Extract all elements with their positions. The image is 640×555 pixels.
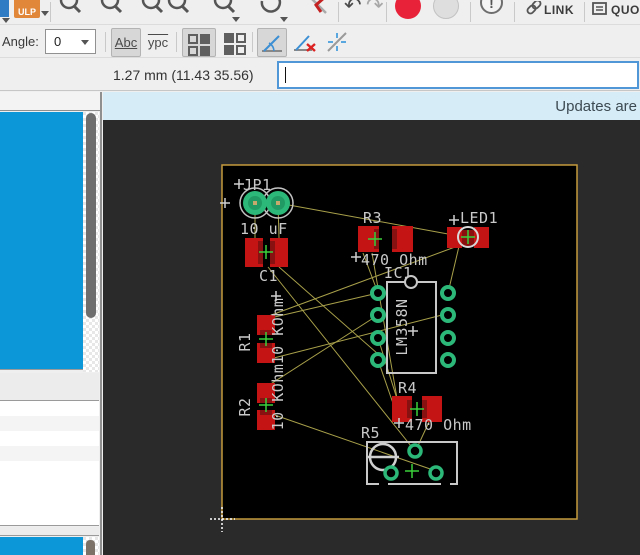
timer-icon <box>433 0 459 19</box>
angle-mode-icon <box>260 31 284 55</box>
list-item[interactable] <box>0 431 99 446</box>
zoom-select-icon[interactable] <box>166 0 190 25</box>
quote-icon <box>592 2 608 18</box>
ulp-button[interactable]: ULP <box>14 0 40 18</box>
ulp-dropdown-arrow-icon[interactable] <box>41 11 49 16</box>
text-caret <box>285 67 286 83</box>
redo-icon[interactable]: ↷ <box>366 0 384 17</box>
sidebar-panel-bottom[interactable] <box>0 537 83 555</box>
sidebar-divider-line <box>100 92 102 555</box>
angle-label: Angle: <box>2 34 39 49</box>
angle-dropdown-arrow-icon <box>81 40 89 45</box>
sidebar-header <box>0 92 101 111</box>
r2-label: R2 <box>236 397 254 416</box>
r3-label: R3 <box>363 209 382 227</box>
c1-label: C1 <box>259 267 278 285</box>
r4-label: R4 <box>398 379 417 397</box>
show-values-button[interactable]: ypc <box>144 28 172 57</box>
link-icon <box>526 1 542 19</box>
board-canvas[interactable]: JP1 10 uF C1 R3 470 Ohm <box>103 120 640 555</box>
zoom-out-icon[interactable] <box>99 0 123 25</box>
grid-squares-icon <box>188 34 210 56</box>
list-item[interactable] <box>0 416 99 431</box>
sidebar-list[interactable] <box>0 401 99 526</box>
r4-value: 470 Ohm <box>405 416 472 434</box>
grid-squares-alt-icon <box>224 33 246 55</box>
alert-icon[interactable]: ! <box>480 0 503 14</box>
record-icon[interactable] <box>395 0 421 19</box>
library-icon[interactable] <box>0 0 9 17</box>
undo-icon[interactable]: ↶ <box>344 0 362 17</box>
r1-label: R1 <box>236 332 254 351</box>
ic1-value: LM358N <box>393 298 411 355</box>
toolbar-top: ULP <box>0 0 640 25</box>
angle-select[interactable]: 0 <box>45 29 96 54</box>
ripup-icon[interactable] <box>306 0 332 25</box>
sidebar-scrollbar2-thumb[interactable] <box>86 540 95 555</box>
angle-off-icon <box>292 30 318 54</box>
list-item[interactable] <box>0 446 99 461</box>
toolbar-options: Angle: 0 Abc ypc <box>0 26 640 58</box>
quote-button[interactable]: QUOT <box>611 3 640 17</box>
angle-off-button[interactable] <box>290 28 320 57</box>
sidebar-scrollbar-thumb[interactable] <box>86 113 96 318</box>
command-bar: 1.27 mm (11.43 35.56) <box>0 59 640 91</box>
zoom-dropdown-arrow-icon[interactable] <box>232 17 240 22</box>
c1-value: 10 uF <box>240 220 288 238</box>
miter-button[interactable] <box>322 28 352 57</box>
update-notification-text: Updates are <box>555 98 637 115</box>
layer-display-button[interactable] <box>219 28 253 57</box>
r1-value: 10 KOhm <box>269 298 287 365</box>
sidebar-section-divider <box>0 373 99 401</box>
angle-value: 0 <box>54 34 61 49</box>
r2-value: 10 KOhm <box>269 364 287 431</box>
jp1-label: JP1 <box>243 176 272 194</box>
update-notification-bar[interactable]: Updates are <box>103 92 640 120</box>
pad-display-button[interactable] <box>182 28 216 57</box>
eagle-board-editor: ULP <box>0 0 640 555</box>
angle-mode-button[interactable] <box>257 28 287 57</box>
sidebar-panel-top[interactable] <box>0 112 83 370</box>
sidebar-section-divider-2 <box>0 527 99 536</box>
link-button[interactable]: LINK <box>544 3 574 17</box>
zoom-fit-icon[interactable] <box>140 0 164 25</box>
list-item[interactable] <box>0 401 99 416</box>
led1-label: LED1 <box>460 209 498 227</box>
r5-label: R5 <box>361 424 380 442</box>
command-input[interactable] <box>277 61 639 89</box>
show-names-button[interactable]: Abc <box>111 28 141 57</box>
redraw-dropdown-arrow-icon[interactable] <box>280 17 288 22</box>
zoom-in-icon[interactable] <box>58 0 82 25</box>
cursor-coordinates: 1.27 mm (11.43 35.56) <box>113 67 254 83</box>
miter-spark-icon <box>325 30 349 54</box>
library-dropdown-arrow-icon[interactable] <box>2 18 10 23</box>
